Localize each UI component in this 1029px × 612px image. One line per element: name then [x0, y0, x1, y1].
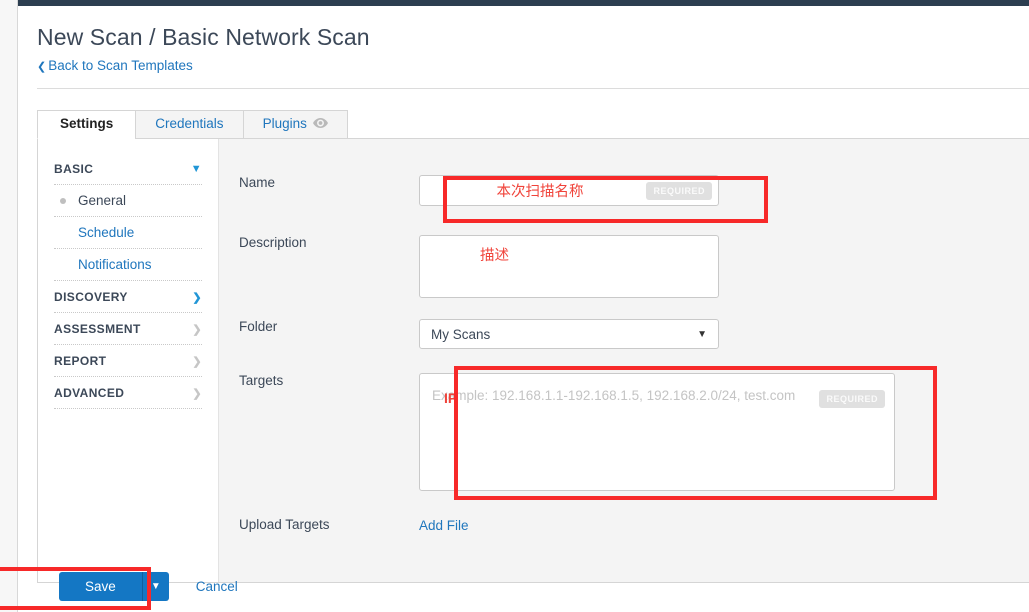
sidebar-group-discovery-label: DISCOVERY [54, 290, 128, 304]
tab-settings-label: Settings [60, 116, 114, 131]
folder-label: Folder [239, 319, 278, 334]
sidebar-item-schedule[interactable]: Schedule [54, 217, 202, 249]
tab-credentials-label: Credentials [155, 116, 224, 131]
settings-form: Name 本次扫描名称 REQUIRED Description 描述 Fold… [218, 139, 1029, 582]
description-textarea[interactable]: 描述 [419, 235, 719, 298]
tab-plugins-label: Plugins [262, 116, 307, 131]
add-file-link[interactable]: Add File [419, 518, 469, 533]
description-value: 描述 [480, 248, 509, 264]
settings-panel: BASIC ▼ General Schedule Notifications D… [37, 139, 1029, 583]
chevron-right-icon: ❯ [192, 291, 202, 304]
chevron-right-icon: ❯ [192, 355, 202, 368]
name-input[interactable]: 本次扫描名称 REQUIRED [419, 175, 719, 206]
description-label: Description [239, 235, 307, 250]
sidebar-group-advanced[interactable]: ADVANCED ❯ [54, 377, 202, 409]
form-row-name: Name 本次扫描名称 REQUIRED [219, 175, 1029, 206]
targets-ip-annotation: IP [444, 390, 458, 406]
settings-sidebar: BASIC ▼ General Schedule Notifications D… [38, 139, 218, 582]
eye-icon [312, 117, 328, 131]
tab-plugins[interactable]: Plugins [242, 110, 348, 139]
sidebar-group-assessment-label: ASSESSMENT [54, 322, 141, 336]
page-container: New Scan / Basic Network Scan ❮ Back to S… [19, 6, 1029, 612]
sidebar-group-advanced-label: ADVANCED [54, 386, 125, 400]
folder-select-value: My Scans [431, 326, 491, 342]
form-row-targets: Targets Example: 192.168.1.1-192.168.1.5… [219, 373, 1029, 491]
sidebar-group-report-label: REPORT [54, 354, 107, 368]
save-button[interactable]: Save [59, 572, 142, 601]
chevron-right-icon: ❯ [192, 323, 202, 336]
page-header: New Scan / Basic Network Scan ❮ Back to S… [19, 6, 1029, 89]
back-to-scan-templates-link[interactable]: ❮ Back to Scan Templates [37, 58, 193, 73]
sidebar-group-basic[interactable]: BASIC ▼ [54, 159, 202, 185]
tab-credentials[interactable]: Credentials [135, 110, 244, 139]
form-row-folder: Folder My Scans ▼ [219, 319, 1029, 349]
back-link-label: Back to Scan Templates [48, 58, 193, 73]
page-title: New Scan / Basic Network Scan [37, 24, 370, 50]
sidebar-group-discovery[interactable]: DISCOVERY ❯ [54, 281, 202, 313]
tab-bar: Settings Credentials Plugins [37, 110, 1029, 139]
upload-targets-label: Upload Targets [239, 517, 330, 532]
name-label: Name [239, 175, 276, 190]
targets-textarea[interactable]: Example: 192.168.1.1-192.168.1.5, 192.16… [419, 373, 895, 491]
name-required-badge: REQUIRED [646, 181, 712, 200]
form-row-description: Description 描述 [219, 235, 1029, 298]
header-divider [37, 88, 1029, 89]
sidebar-item-notifications[interactable]: Notifications [54, 249, 202, 281]
form-footer: Save ▼ Cancel [37, 561, 1029, 612]
save-button-group: Save ▼ [59, 572, 169, 601]
sidebar-item-notifications-label: Notifications [78, 257, 152, 272]
save-options-button[interactable]: ▼ [141, 572, 169, 601]
sidebar-group-report[interactable]: REPORT ❯ [54, 345, 202, 377]
sidebar-group-assessment[interactable]: ASSESSMENT ❯ [54, 313, 202, 345]
chevron-down-icon: ▼ [190, 163, 202, 175]
chevron-right-icon: ❯ [192, 387, 202, 400]
sidebar-group-basic-label: BASIC [54, 162, 94, 176]
form-row-upload-targets: Upload Targets Add File [219, 517, 1029, 535]
chevron-left-icon: ❮ [37, 61, 47, 73]
chevron-down-icon: ▼ [697, 328, 707, 340]
sidebar-item-general[interactable]: General [54, 185, 202, 217]
targets-placeholder: Example: 192.168.1.1-192.168.1.5, 192.16… [432, 388, 796, 403]
targets-required-badge: REQUIRED [819, 390, 885, 408]
chevron-down-icon: ▼ [150, 581, 161, 592]
tab-settings[interactable]: Settings [37, 110, 137, 139]
current-item-dot-icon [60, 197, 66, 204]
targets-label: Targets [239, 373, 284, 388]
cancel-button[interactable]: Cancel [196, 579, 238, 594]
folder-select[interactable]: My Scans ▼ [419, 319, 719, 349]
sidebar-item-schedule-label: Schedule [78, 225, 135, 240]
left-gutter [0, 0, 18, 612]
